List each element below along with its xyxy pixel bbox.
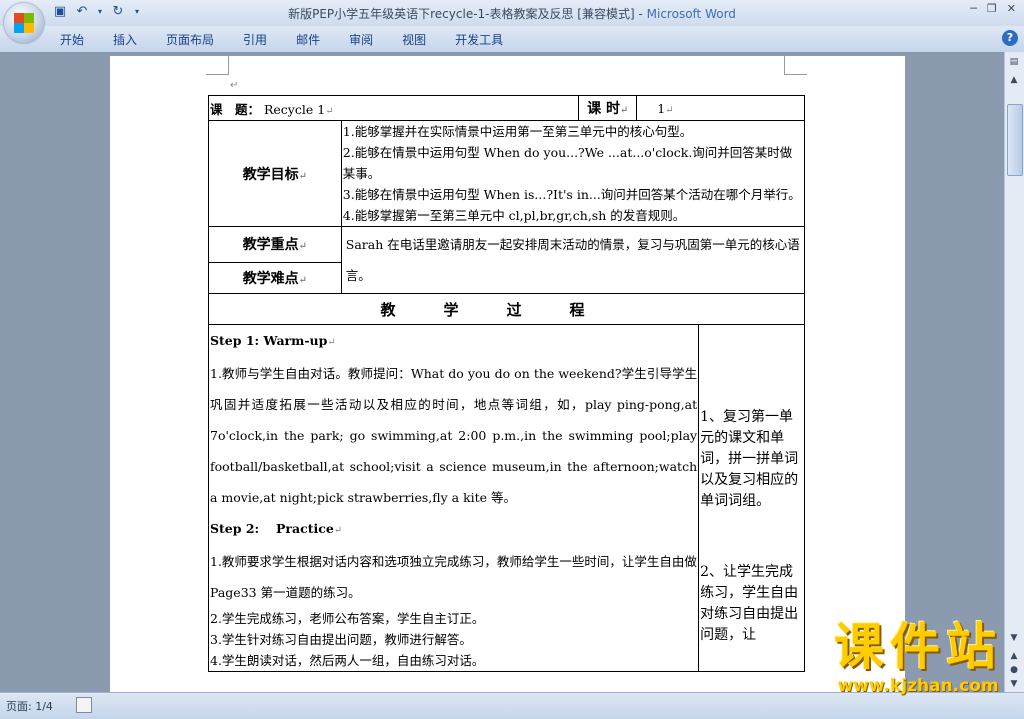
- tab-mailings[interactable]: 邮件: [296, 31, 320, 48]
- document-title: 新版PEP小学五年级英语下recycle-1-表格教案及反思 [兼容模式] -: [288, 7, 647, 21]
- office-logo-icon: [14, 13, 34, 33]
- browse-object-icon[interactable]: ●: [1007, 664, 1021, 676]
- objective-2: 2.能够在情景中运用句型 When do you...?We ...at...o…: [342, 145, 793, 181]
- tab-page-layout[interactable]: 页面布局: [166, 31, 214, 48]
- window-title: 新版PEP小学五年级英语下recycle-1-表格教案及反思 [兼容模式] - …: [0, 5, 1024, 22]
- steps-cell[interactable]: Step 1: Warm-up↵ 1.教师与学生自由对话。教师提问：What d…: [207, 324, 700, 672]
- topic-value: Recycle 1: [264, 101, 326, 117]
- minimize-icon[interactable]: ─: [970, 2, 977, 15]
- watermark-url: www.kjzhan.com: [837, 676, 999, 696]
- ruler-toggle-icon[interactable]: ▤: [1007, 56, 1021, 68]
- step2-title: Step 2: Practice↵: [210, 521, 343, 536]
- objective-3: 3.能够在情景中运用句型 When is...?It's in...询问并回答某…: [342, 187, 801, 202]
- paragraph-mark: ↵: [230, 80, 239, 91]
- key-points-cell[interactable]: Sarah 在电话里邀请朋友一起安排周末活动的情景，复习与巩固第一单元的核心语言…: [340, 226, 806, 294]
- notes-cell[interactable]: 1、复习第一单元的课文和单词，拼一拼单词以及复习相应的单词词组。 2、让学生完成…: [698, 324, 805, 672]
- step2-line-4: 4.学生朗读对话，然后两人一组，自由练习对话。: [210, 653, 485, 668]
- step2-line-3: 3.学生针对练习自由提出问题，教师进行解答。: [210, 632, 472, 647]
- close-icon[interactable]: ✕: [1007, 2, 1016, 15]
- proofing-icon[interactable]: [76, 697, 92, 713]
- period-label: 课 时: [587, 101, 621, 117]
- objective-4: 4.能够掌握第一至第三单元中 cl,pl,br,gr,ch,sh 的发音规则。: [342, 208, 686, 223]
- period-label-cell[interactable]: 课 时↵: [578, 95, 638, 121]
- step1-text: 1.教师与学生自由对话。教师提问：What do you do on the w…: [210, 366, 698, 505]
- tab-home[interactable]: 开始: [60, 31, 84, 48]
- difficult-points-label-cell[interactable]: 教学难点↵: [208, 261, 342, 295]
- tab-insert[interactable]: 插入: [113, 31, 137, 48]
- page-count[interactable]: 页面: 1/4: [6, 698, 53, 714]
- lesson-plan-table: 课 题： Recycle 1↵ 课 时↵ 1↵ 教学目标↵ 1.能够掌握并在实际…: [207, 95, 806, 672]
- ribbon: 开始 插入 页面布局 引用 邮件 审阅 视图 开发工具 ?: [0, 26, 1024, 53]
- status-bar: 页面: 1/4: [0, 692, 1024, 719]
- period-value: 1: [657, 100, 666, 116]
- objective-1: 1.能够掌握并在实际情景中运用第一至第三单元中的核心句型。: [342, 124, 693, 139]
- topic-cell[interactable]: 课 题： Recycle 1↵: [207, 95, 580, 121]
- app-name: Microsoft Word: [646, 7, 736, 21]
- scroll-up-icon[interactable]: ▲: [1007, 74, 1021, 86]
- crop-mark-left: [206, 56, 229, 75]
- tab-references[interactable]: 引用: [243, 31, 267, 48]
- key-points-label: 教学重点: [242, 237, 299, 254]
- tab-view[interactable]: 视图: [402, 31, 426, 48]
- note-1: 1、复习第一单元的课文和单词，拼一拼单词以及复习相应的单词词组。: [700, 409, 799, 509]
- watermark: 课件站 www.kjzhan.com: [834, 618, 1002, 696]
- vertical-scrollbar[interactable]: ▤ ▲ ▼ ▲ ● ▼: [1004, 52, 1024, 692]
- step1-title: Step 1: Warm-up↵: [210, 333, 336, 348]
- objectives-label: 教学目标: [242, 166, 299, 183]
- watermark-text: 课件站: [834, 618, 1002, 676]
- key-points-label-cell[interactable]: 教学重点↵: [208, 226, 342, 263]
- restore-icon[interactable]: ❐: [987, 2, 997, 15]
- previous-page-icon[interactable]: ▲: [1007, 650, 1021, 662]
- tab-review[interactable]: 审阅: [349, 31, 373, 48]
- difficult-points-label: 教学难点: [242, 270, 299, 287]
- note-2: 2、让学生完成练习，学生自由对练习自由提出问题，让: [700, 564, 799, 643]
- scroll-down-icon[interactable]: ▼: [1007, 632, 1021, 644]
- topic-label: 课 题：: [210, 101, 261, 117]
- document-workspace: ↵ 课 题： Recycle 1↵ 课 时↵ 1↵ 教学目标↵ 1.能够掌握并在…: [0, 52, 1005, 692]
- document-page[interactable]: ↵ 课 题： Recycle 1↵ 课 时↵ 1↵ 教学目标↵ 1.能够掌握并在…: [110, 56, 905, 692]
- title-bar: ▣ ↶ ▾ ↻ ▾ 新版PEP小学五年级英语下recycle-1-表格教案及反思…: [0, 0, 1024, 26]
- step2-line-2: 2.学生完成练习，老师公布答案，学生自主订正。: [210, 611, 485, 626]
- ribbon-tabs: 开始 插入 页面布局 引用 邮件 审阅 视图 开发工具: [60, 31, 532, 48]
- process-header-cell[interactable]: 教学过程: [208, 293, 805, 325]
- office-button[interactable]: [4, 3, 44, 43]
- objectives-cell[interactable]: 1.能够掌握并在实际情景中运用第一至第三单元中的核心句型。 2.能够在情景中运用…: [340, 120, 806, 227]
- step2-line-1: 1.教师要求学生根据对话内容和选项独立完成练习，教师给学生一些时间，让学生自由做…: [210, 554, 697, 600]
- tab-developer[interactable]: 开发工具: [455, 31, 503, 48]
- objectives-label-cell[interactable]: 教学目标↵: [208, 120, 342, 227]
- window-controls: ─ ❐ ✕: [970, 2, 1016, 15]
- help-icon[interactable]: ?: [1002, 30, 1018, 46]
- process-label: 教学过程: [380, 300, 633, 319]
- scrollbar-thumb[interactable]: [1007, 104, 1023, 176]
- next-page-icon[interactable]: ▼: [1007, 678, 1021, 690]
- key-points-text: Sarah 在电话里邀请朋友一起安排周末活动的情景，复习与巩固第一单元的核心语言…: [345, 237, 800, 283]
- period-value-cell[interactable]: 1↵: [636, 95, 805, 121]
- crop-mark-right: [784, 56, 807, 75]
